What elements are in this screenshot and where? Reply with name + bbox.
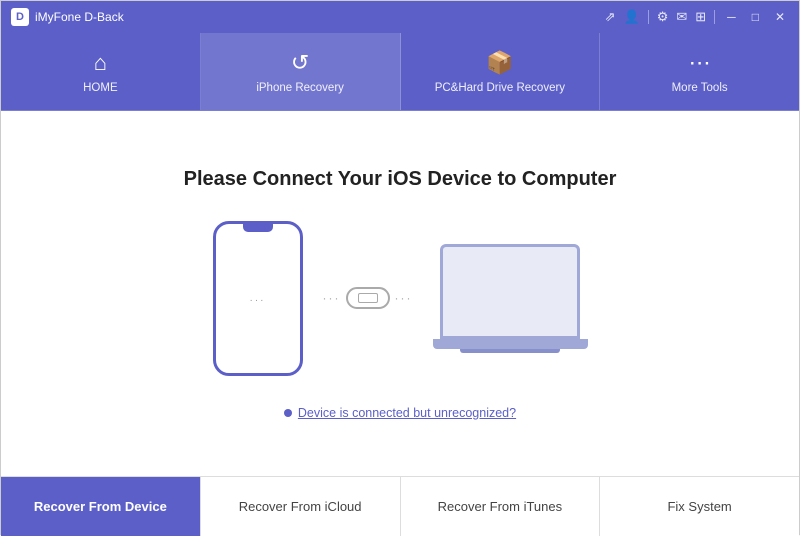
maximize-button[interactable]: □: [748, 10, 763, 24]
iphone-icon: ↺: [291, 50, 309, 76]
title-bar-controls: ⇗ 👤 ⚙ ✉ ⊞ ─ □ ✕: [605, 9, 789, 25]
tab-recover-device-label: Recover From Device: [34, 499, 167, 514]
tools-icon: ⋯: [689, 50, 711, 76]
nav-iphone-recovery[interactable]: ↺ iPhone Recovery: [201, 33, 401, 110]
minimize-button[interactable]: ─: [723, 10, 740, 24]
nav-pc-drive[interactable]: 📦 PC&Hard Drive Recovery: [401, 33, 601, 110]
cable-left-dots: ···: [323, 291, 341, 305]
phone-illustration: ···: [213, 221, 303, 376]
laptop-base: [433, 339, 588, 349]
tab-recover-itunes[interactable]: Recover From iTunes: [401, 477, 601, 536]
divider2: [714, 10, 715, 24]
help-dot-icon: [284, 409, 292, 417]
nav-bar: ⌂ HOME ↺ iPhone Recovery 📦 PC&Hard Drive…: [1, 33, 799, 111]
nav-home-label: HOME: [83, 82, 118, 94]
bottom-tabs: Recover From Device Recover From iCloud …: [1, 476, 799, 536]
drive-icon: 📦: [486, 50, 513, 76]
title-bar: D iMyFone D-Back ⇗ 👤 ⚙ ✉ ⊞ ─ □ ✕: [1, 1, 799, 33]
app-title: iMyFone D-Back: [35, 10, 124, 24]
title-bar-left: D iMyFone D-Back: [11, 8, 124, 26]
help-link[interactable]: Device is connected but unrecognized?: [284, 406, 516, 420]
laptop-illustration: [433, 244, 588, 353]
cable-right-dots: ···: [395, 291, 413, 305]
tab-recover-icloud[interactable]: Recover From iCloud: [201, 477, 401, 536]
main-content: Please Connect Your iOS Device to Comput…: [1, 111, 799, 476]
divider: [648, 10, 649, 24]
app-logo: D: [11, 8, 29, 26]
phone-notch: [243, 224, 273, 232]
mail-icon[interactable]: ✉: [676, 9, 687, 25]
settings-icon[interactable]: ⚙: [657, 9, 669, 25]
user-icon[interactable]: 👤: [624, 9, 640, 25]
nav-iphone-label: iPhone Recovery: [256, 82, 344, 94]
phone-dots: ···: [250, 295, 266, 306]
grid-icon[interactable]: ⊞: [695, 9, 706, 25]
share-icon[interactable]: ⇗: [605, 9, 616, 25]
tab-recover-itunes-label: Recover From iTunes: [438, 499, 563, 514]
device-illustration: ··· ··· ···: [213, 221, 588, 376]
help-link-text: Device is connected but unrecognized?: [298, 406, 516, 420]
nav-pc-label: PC&Hard Drive Recovery: [435, 82, 565, 94]
usb-inner: [358, 293, 378, 303]
nav-home[interactable]: ⌂ HOME: [1, 33, 201, 110]
laptop-screen: [440, 244, 580, 339]
tab-recover-icloud-label: Recover From iCloud: [239, 499, 362, 514]
phone-outline: ···: [213, 221, 303, 376]
nav-tools-label: More Tools: [672, 82, 728, 94]
tab-fix-system[interactable]: Fix System: [600, 477, 799, 536]
usb-connector-icon: [346, 287, 390, 309]
laptop-foot: [460, 349, 560, 353]
tab-fix-system-label: Fix System: [667, 499, 731, 514]
connect-title: Please Connect Your iOS Device to Comput…: [184, 168, 617, 191]
close-button[interactable]: ✕: [771, 10, 789, 24]
cable-area: ··· ···: [323, 287, 413, 309]
home-icon: ⌂: [94, 50, 107, 76]
nav-more-tools[interactable]: ⋯ More Tools: [600, 33, 799, 110]
tab-recover-device[interactable]: Recover From Device: [1, 477, 201, 536]
